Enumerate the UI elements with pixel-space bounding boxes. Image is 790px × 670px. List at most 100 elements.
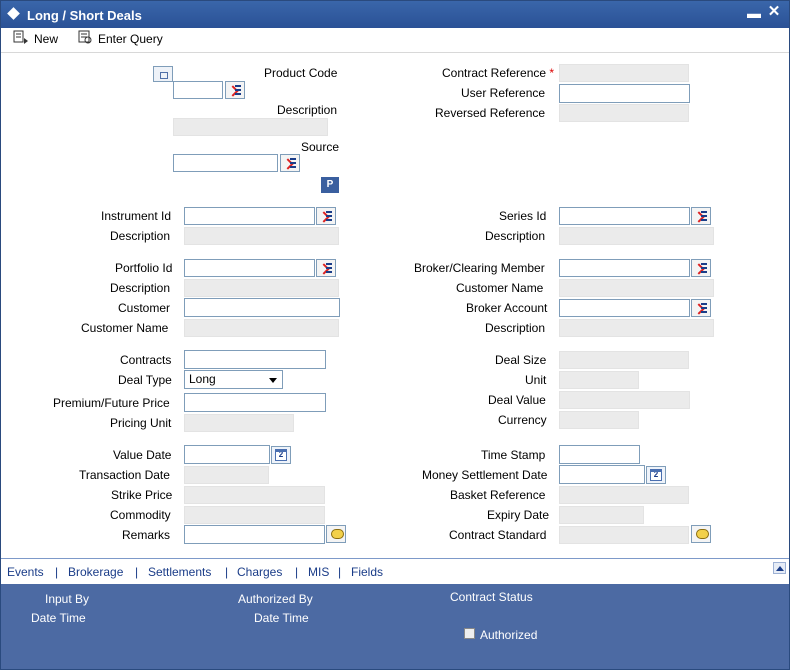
authorized-date-time-label: Date Time bbox=[254, 611, 309, 625]
product-description-label: Description bbox=[277, 103, 338, 117]
remarks-comment-button[interactable] bbox=[326, 525, 346, 543]
authorized-checkbox[interactable] bbox=[464, 628, 475, 639]
basket-reference-field bbox=[559, 486, 689, 504]
series-description-label: Description bbox=[485, 229, 546, 243]
broker-clearing-member-label: Broker/Clearing Member bbox=[414, 261, 545, 275]
contract-reference-label: Contract Reference * bbox=[442, 66, 554, 80]
instrument-description-label: Description bbox=[110, 229, 171, 243]
mis-link[interactable]: MIS bbox=[308, 565, 329, 579]
instrument-id-lov-button[interactable] bbox=[316, 207, 336, 225]
deal-type-value: Long bbox=[189, 372, 216, 386]
authorized-label: Authorized bbox=[480, 628, 538, 642]
series-id-lov-button[interactable] bbox=[691, 207, 711, 225]
broker-clearing-member-input[interactable] bbox=[559, 259, 690, 277]
enter-query-icon bbox=[77, 30, 93, 49]
source-input[interactable] bbox=[173, 154, 278, 172]
money-settlement-calendar-button[interactable]: 2 bbox=[646, 466, 666, 484]
link-separator: | bbox=[295, 565, 299, 579]
source-label: Source bbox=[301, 140, 340, 154]
broker-account-lov-button[interactable] bbox=[691, 299, 711, 317]
brokerage-link[interactable]: Brokerage bbox=[68, 565, 123, 579]
link-separator: | bbox=[338, 565, 342, 579]
contract-standard-field bbox=[559, 526, 689, 544]
contract-status-label: Contract Status bbox=[450, 590, 533, 604]
instrument-description-field bbox=[184, 227, 339, 245]
new-label: New bbox=[34, 32, 59, 46]
fields-link[interactable]: Fields bbox=[351, 565, 383, 579]
broker-lov-button[interactable] bbox=[691, 259, 711, 277]
window-diamond-icon bbox=[7, 7, 20, 20]
charges-link[interactable]: Charges bbox=[237, 565, 282, 579]
settlements-link[interactable]: Settlements bbox=[148, 565, 211, 579]
broker-description-label: Description bbox=[485, 321, 546, 335]
customer-name-field bbox=[184, 319, 339, 337]
pricing-unit-field bbox=[184, 414, 294, 432]
title-bar: Long / Short Deals ▬ ✕ bbox=[1, 1, 789, 28]
value-date-calendar-button[interactable]: 2 bbox=[271, 446, 291, 464]
strike-price-label: Strike Price bbox=[111, 488, 173, 502]
new-button[interactable]: New bbox=[13, 30, 58, 48]
instrument-id-input[interactable] bbox=[184, 207, 315, 225]
broker-customer-name-label: Customer Name bbox=[456, 281, 544, 295]
expiry-date-label: Expiry Date bbox=[487, 508, 550, 522]
required-mark: * bbox=[549, 66, 555, 80]
input-date-time-label: Date Time bbox=[31, 611, 86, 625]
link-separator: | bbox=[225, 565, 229, 579]
contract-standard-comment-button[interactable] bbox=[691, 525, 711, 543]
series-id-label: Series Id bbox=[499, 209, 547, 223]
product-code-input[interactable] bbox=[173, 81, 223, 99]
reversed-reference-label: Reversed Reference bbox=[435, 106, 546, 120]
user-reference-label: User Reference bbox=[461, 86, 546, 100]
transaction-date-field bbox=[184, 466, 269, 484]
reversed-reference-field bbox=[559, 104, 689, 122]
chevron-down-icon bbox=[269, 378, 277, 383]
broker-account-input[interactable] bbox=[559, 299, 690, 317]
comment-icon bbox=[331, 529, 344, 539]
source-lov-button[interactable] bbox=[280, 154, 300, 172]
portfolio-description-label: Description bbox=[110, 281, 171, 295]
calendar-icon: 2 bbox=[650, 469, 662, 481]
new-icon bbox=[13, 30, 29, 49]
deal-type-select[interactable]: Long bbox=[184, 370, 283, 389]
enter-query-button[interactable]: Enter Query bbox=[77, 30, 163, 48]
window-title: Long / Short Deals bbox=[27, 8, 142, 23]
portfolio-id-lov-button[interactable] bbox=[316, 259, 336, 277]
events-link[interactable]: Events bbox=[7, 565, 44, 579]
audit-footer: Input By Date Time Authorized By Date Ti… bbox=[1, 584, 789, 669]
contract-standard-label: Contract Standard bbox=[449, 528, 547, 542]
unit-field bbox=[559, 371, 639, 389]
comment-icon bbox=[696, 529, 709, 539]
time-stamp-input[interactable] bbox=[559, 445, 640, 464]
link-separator: | bbox=[135, 565, 139, 579]
money-settlement-date-label: Money Settlement Date bbox=[422, 468, 548, 482]
unit-label: Unit bbox=[525, 373, 547, 387]
long-short-deals-window: Long / Short Deals ▬ ✕ New Enter Query P… bbox=[0, 0, 790, 670]
value-date-label: Value Date bbox=[113, 448, 172, 462]
transaction-date-label: Transaction Date bbox=[79, 468, 170, 482]
minimize-icon[interactable]: ▬ bbox=[747, 6, 761, 20]
customer-input[interactable] bbox=[184, 298, 340, 317]
authorized-by-label: Authorized By bbox=[238, 592, 313, 606]
expiry-date-field bbox=[559, 506, 644, 524]
scroll-up-icon[interactable] bbox=[773, 562, 786, 574]
remarks-input[interactable] bbox=[184, 525, 325, 544]
toolbar: New Enter Query bbox=[1, 28, 789, 53]
product-picker-button[interactable] bbox=[153, 66, 173, 82]
series-id-input[interactable] bbox=[559, 207, 690, 225]
money-settlement-date-input[interactable] bbox=[559, 465, 645, 484]
value-date-input[interactable] bbox=[184, 445, 270, 464]
commodity-label: Commodity bbox=[110, 508, 171, 522]
contracts-input[interactable] bbox=[184, 350, 326, 369]
product-code-lov-button[interactable] bbox=[225, 81, 245, 99]
contracts-label: Contracts bbox=[120, 353, 172, 367]
close-icon[interactable]: ✕ bbox=[767, 4, 781, 19]
customer-name-label: Customer Name bbox=[81, 321, 169, 335]
premium-future-price-input[interactable] bbox=[184, 393, 326, 412]
premium-future-price-label: Premium/Future Price bbox=[53, 396, 170, 410]
user-reference-input[interactable] bbox=[559, 84, 690, 103]
remarks-label: Remarks bbox=[122, 528, 171, 542]
broker-description-field bbox=[559, 319, 714, 337]
p-button[interactable]: P bbox=[321, 177, 339, 193]
input-by-label: Input By bbox=[45, 592, 90, 606]
portfolio-id-input[interactable] bbox=[184, 259, 315, 277]
